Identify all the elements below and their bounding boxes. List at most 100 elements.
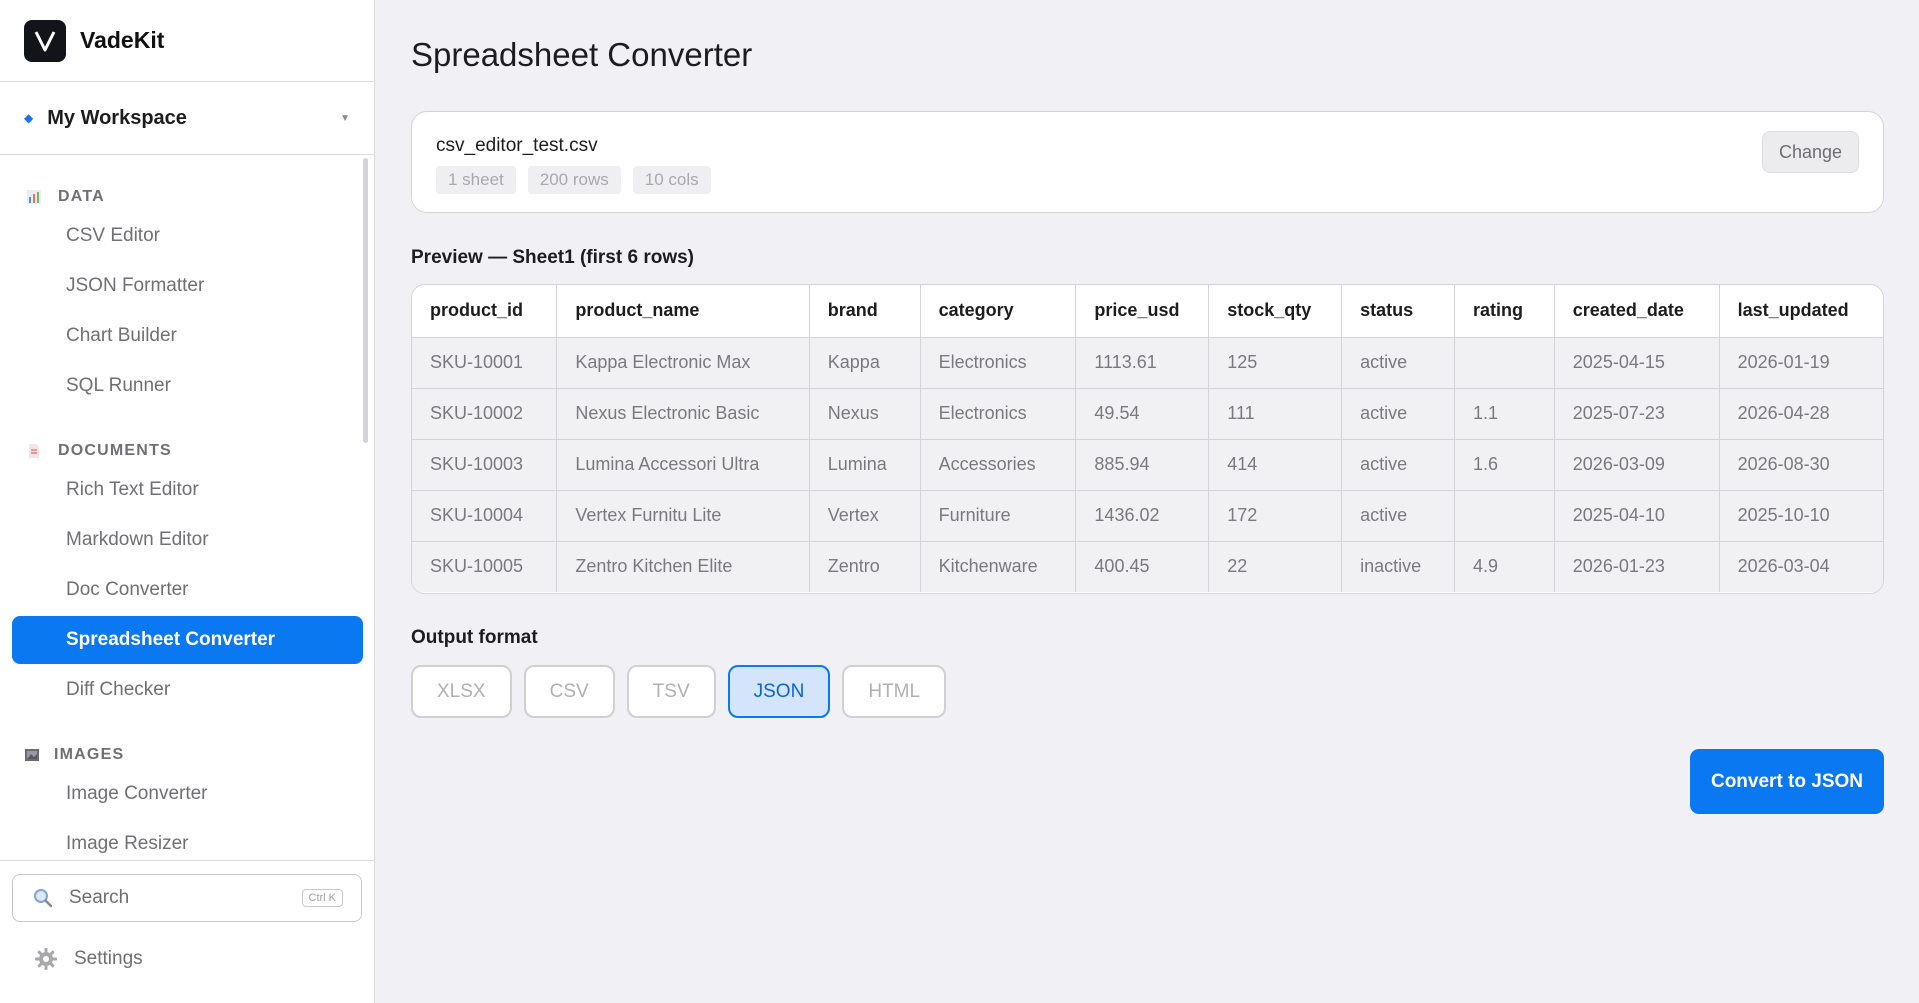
table-row: SKU-10001 Kappa Electronic Max Kappa Ele… [412, 337, 1883, 389]
sidebar-item-chart-builder[interactable]: Chart Builder [12, 312, 363, 360]
page-title: Spreadsheet Converter [411, 36, 753, 73]
sidebar-item-sql-runner[interactable]: SQL Runner [12, 362, 363, 410]
file-card: csv_editor_test.csv 1 sheet 200 rows 10 … [411, 111, 1884, 213]
workspace-diamond-icon: ◆ [24, 111, 34, 125]
sidebar-item-image-resizer[interactable]: Image Resizer [12, 820, 363, 860]
chevron-down-icon: ▼ [340, 112, 350, 124]
sidebar-item-csv-editor[interactable]: CSV Editor [12, 212, 363, 260]
section-images: IMAGES [0, 742, 375, 768]
table-cell: SKU-10005 [412, 541, 558, 592]
table-cell: 22 [1208, 541, 1343, 592]
output-format-title: Output format [411, 627, 538, 648]
column-header: product_id [412, 285, 558, 338]
app-logo-icon [24, 19, 66, 62]
section-title-data: DATA [58, 188, 105, 205]
app-name: VadeKit [80, 27, 165, 53]
table-cell: Lumina [809, 439, 921, 491]
column-header: brand [809, 285, 921, 338]
convert-button[interactable]: Convert to JSON [1690, 749, 1884, 814]
table-cell [1454, 490, 1555, 542]
settings-label: Settings [74, 948, 143, 969]
table-cell: 111 [1208, 388, 1343, 440]
sidebar-item-markdown-editor[interactable]: Markdown Editor [12, 516, 363, 564]
table-cell: Zentro Kitchen Elite [556, 541, 810, 592]
table-cell: Kappa [809, 337, 921, 389]
table-cell: Zentro [809, 541, 921, 592]
table-cell: active [1341, 388, 1455, 440]
table-cell: 400.45 [1075, 541, 1210, 592]
table-cell: active [1341, 439, 1455, 491]
table-cell: Kitchenware [920, 541, 1077, 592]
format-option-csv[interactable]: CSV [523, 665, 615, 718]
search-label: Search [69, 887, 130, 908]
workspace-name: My Workspace [47, 106, 187, 129]
table-cell: 172 [1208, 490, 1343, 542]
sidebar-item-json-formatter[interactable]: JSON Formatter [12, 262, 363, 310]
format-option-html[interactable]: HTML [842, 665, 947, 718]
table-row: SKU-10005 Zentro Kitchen Elite Zentro Ki… [412, 541, 1883, 592]
sidebar-item-doc-converter[interactable]: Doc Converter [12, 566, 363, 614]
table-cell: Vertex [809, 490, 921, 542]
table-cell: Accessories [920, 439, 1077, 491]
gear-icon [35, 948, 57, 970]
search-icon [34, 889, 53, 908]
table-cell: Nexus [809, 388, 921, 440]
table-cell: Electronics [920, 337, 1077, 389]
column-header: created_date [1554, 285, 1720, 338]
image-icon [25, 749, 39, 761]
table-cell: 2026-03-09 [1554, 439, 1720, 491]
column-header: stock_qty [1208, 285, 1343, 338]
preview-table: product_id product_name brand category p… [412, 285, 1883, 592]
chip-cols: 10 cols [632, 166, 711, 194]
format-option-json[interactable]: JSON [727, 665, 831, 718]
table-cell: 2025-07-23 [1554, 388, 1720, 440]
format-option-xlsx[interactable]: XLSX [411, 665, 512, 718]
table-cell [1454, 337, 1555, 389]
table-cell: 1.1 [1454, 388, 1555, 440]
preview-title: Preview — Sheet1 (first 6 rows) [411, 247, 694, 268]
file-meta-chips: 1 sheet 200 rows 10 cols [436, 166, 711, 194]
section-data: DATA [0, 184, 375, 210]
column-header: product_name [556, 285, 810, 338]
table-row: SKU-10004 Vertex Furnitu Lite Vertex Fur… [412, 490, 1883, 542]
format-option-tsv[interactable]: TSV [626, 665, 716, 718]
change-file-button[interactable]: Change [1762, 131, 1859, 173]
table-cell: 414 [1208, 439, 1343, 491]
workspace-selector[interactable]: ◆ My Workspace ▼ [0, 82, 374, 155]
table-cell: Kappa Electronic Max [556, 337, 810, 389]
bar-chart-icon [27, 190, 41, 204]
table-cell: SKU-10002 [412, 388, 558, 440]
table-cell: inactive [1341, 541, 1455, 592]
sidebar-scrollbar[interactable] [363, 158, 368, 443]
search-input[interactable]: Search Ctrl K [12, 874, 362, 922]
table-cell: 125 [1208, 337, 1343, 389]
sidebar-item-image-converter[interactable]: Image Converter [12, 770, 363, 818]
table-cell: Electronics [920, 388, 1077, 440]
table-cell: Nexus Electronic Basic [556, 388, 810, 440]
column-header: price_usd [1075, 285, 1210, 338]
column-header: status [1341, 285, 1455, 338]
table-cell: active [1341, 337, 1455, 389]
brand-header: VadeKit [0, 0, 374, 82]
section-documents: DOCUMENTS [0, 438, 375, 464]
sidebar-item-diff-checker[interactable]: Diff Checker [12, 666, 363, 714]
table-cell: 2025-04-10 [1554, 490, 1720, 542]
table-cell: 2025-04-15 [1554, 337, 1720, 389]
table-cell: Furniture [920, 490, 1077, 542]
settings-button[interactable]: Settings [34, 947, 143, 971]
sidebar-footer: Search Ctrl K Settings [0, 860, 375, 1003]
main-content: Spreadsheet Converter csv_editor_test.cs… [376, 0, 1919, 1003]
sidebar: VadeKit ◆ My Workspace ▼ DATA CSV Editor… [0, 0, 375, 1003]
table-cell: 2026-04-28 [1719, 388, 1883, 440]
column-header: category [920, 285, 1077, 338]
chip-rows: 200 rows [527, 166, 621, 194]
table-cell: SKU-10001 [412, 337, 558, 389]
table-cell: SKU-10003 [412, 439, 558, 491]
preview-table-container: product_id product_name brand category p… [411, 284, 1884, 594]
table-cell: Lumina Accessori Ultra [556, 439, 810, 491]
sidebar-item-spreadsheet-converter[interactable]: Spreadsheet Converter [12, 616, 363, 664]
table-cell: 2026-01-23 [1554, 541, 1720, 592]
file-name: csv_editor_test.csv [436, 135, 598, 156]
sidebar-item-rich-text-editor[interactable]: Rich Text Editor [12, 466, 363, 514]
column-header: rating [1454, 285, 1555, 338]
